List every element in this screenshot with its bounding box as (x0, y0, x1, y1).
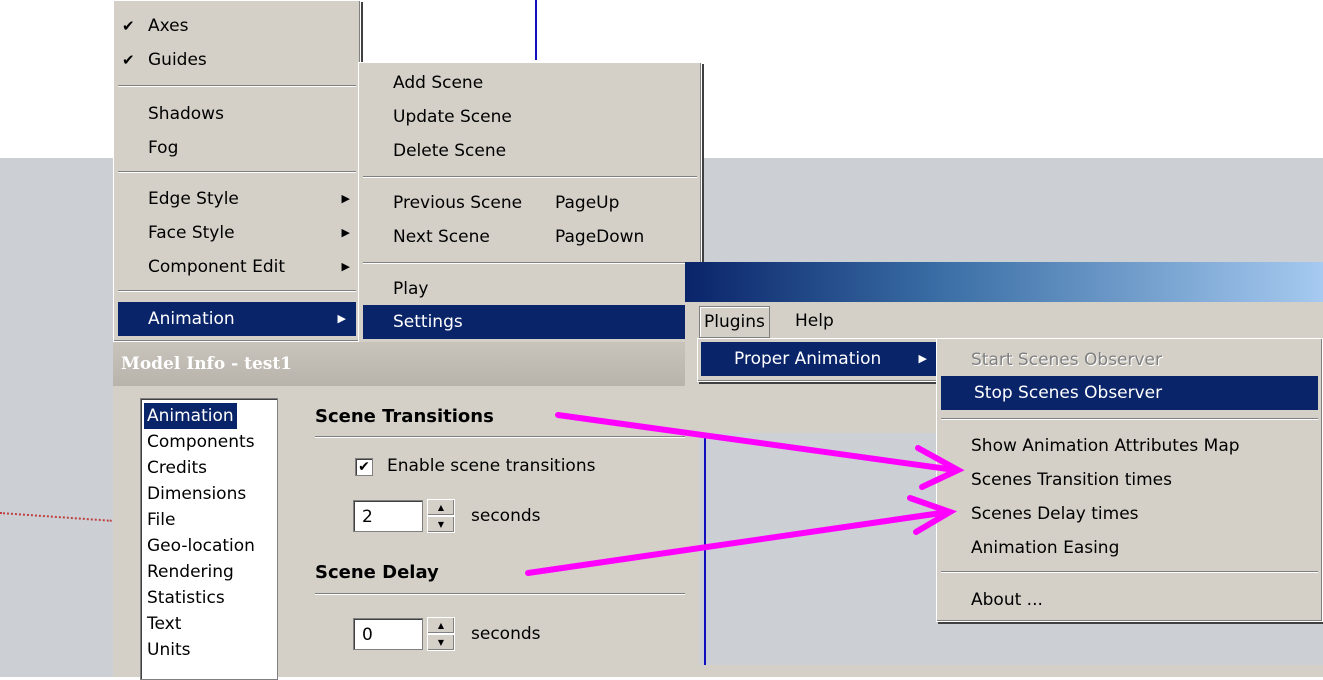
arrow-transition-line (555, 412, 958, 473)
arrow-delay-line (525, 509, 951, 576)
annotation-arrows (525, 412, 965, 576)
